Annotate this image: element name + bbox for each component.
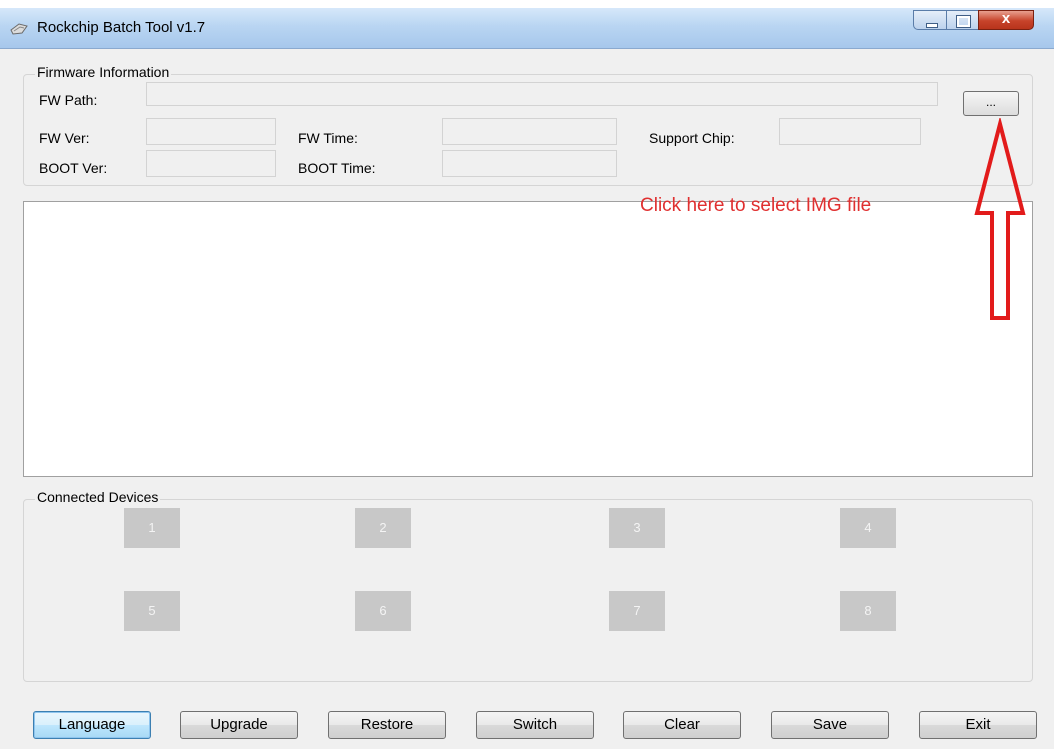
device-slot-4: 4 [840, 508, 896, 548]
boot-time-label: BOOT Time: [298, 160, 376, 176]
support-chip-field [779, 118, 921, 145]
fw-ver-label: FW Ver: [39, 130, 90, 146]
connected-devices-legend: Connected Devices [35, 489, 161, 505]
fw-path-field[interactable] [146, 82, 938, 106]
browse-button[interactable]: ... [963, 91, 1019, 116]
close-icon[interactable]: x [978, 10, 1034, 30]
device-slot-6: 6 [355, 591, 411, 631]
save-button[interactable]: Save [771, 711, 889, 739]
boot-ver-field [146, 150, 276, 177]
device-slot-2: 2 [355, 508, 411, 548]
boot-ver-label: BOOT Ver: [39, 160, 108, 176]
app-window: Rockchip Batch Tool v1.7 x Firmware Info… [0, 8, 1054, 749]
maximize-icon[interactable] [946, 10, 978, 30]
boot-time-field [442, 150, 617, 177]
close-glyph: x [1001, 10, 1011, 27]
up-arrow-icon [974, 118, 1026, 320]
fw-ver-field [146, 118, 276, 145]
window-title: Rockchip Batch Tool v1.7 [37, 19, 206, 36]
fw-path-label: FW Path: [39, 92, 98, 108]
device-slot-3: 3 [609, 508, 665, 548]
support-chip-label: Support Chip: [649, 130, 735, 146]
exit-button[interactable]: Exit [919, 711, 1037, 739]
caption-buttons: x [913, 10, 1047, 30]
fw-time-field [442, 118, 617, 145]
upgrade-button[interactable]: Upgrade [180, 711, 298, 739]
language-button[interactable]: Language [33, 711, 151, 739]
title-bar[interactable]: Rockchip Batch Tool v1.7 x [0, 8, 1054, 49]
device-slot-5: 5 [124, 591, 180, 631]
switch-button[interactable]: Switch [476, 711, 594, 739]
annotation-text: Click here to select IMG file [640, 195, 872, 216]
device-slot-1: 1 [124, 508, 180, 548]
device-slot-8: 8 [840, 591, 896, 631]
minimize-icon[interactable] [913, 10, 946, 30]
app-icon [10, 23, 28, 35]
firmware-info-legend: Firmware Information [35, 64, 172, 80]
log-output-area[interactable] [23, 201, 1033, 477]
fw-time-label: FW Time: [298, 130, 358, 146]
clear-button[interactable]: Clear [623, 711, 741, 739]
restore-button[interactable]: Restore [328, 711, 446, 739]
device-slot-7: 7 [609, 591, 665, 631]
